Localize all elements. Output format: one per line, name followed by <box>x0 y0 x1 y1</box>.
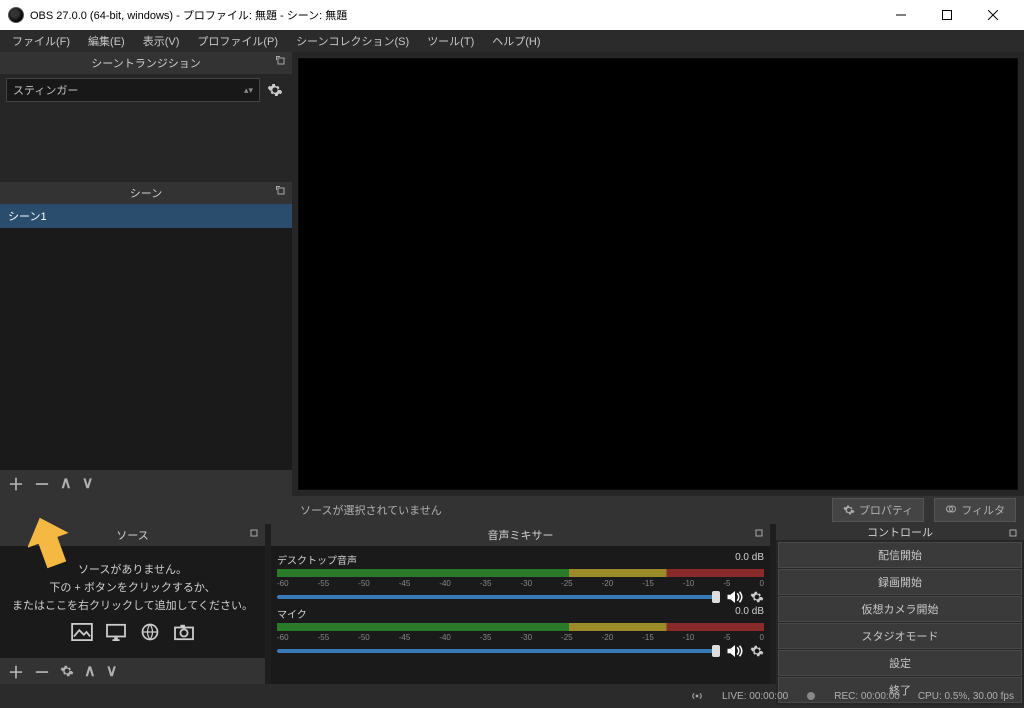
transition-select[interactable]: スティンガー ▴▾ <box>6 78 260 102</box>
status-live: LIVE: 00:00:00 <box>722 691 788 702</box>
menu-help[interactable]: ヘルプ(H) <box>484 31 548 51</box>
transitions-title: シーントランジション <box>91 55 200 71</box>
sources-empty[interactable]: ソースがありません。 下の + ボタンをクリックするか、 またはここを右クリック… <box>0 546 265 658</box>
add-scene-button[interactable]: ＋ <box>8 471 24 495</box>
no-source-label: ソースが選択されていません <box>300 502 822 518</box>
popout-icon[interactable] <box>754 528 764 538</box>
add-source-button[interactable]: ＋ <box>8 659 24 683</box>
studio-mode-button[interactable]: スタジオモード <box>778 623 1022 649</box>
transitions-panel: シーントランジション スティンガー ▴▾ <box>0 52 292 182</box>
display-source-icon <box>102 621 130 643</box>
scenes-panel: シーン シーン1 ＋ － ∧ ∨ <box>0 182 292 496</box>
mixer-panel: 音声ミキサー デスクトップ音声 0.0 dB -60-55-50-45-40-3… <box>271 524 770 684</box>
app-logo-icon <box>8 7 24 23</box>
audio-meter <box>277 569 764 577</box>
minimize-button[interactable] <box>878 0 924 30</box>
speaker-icon[interactable] <box>726 590 744 604</box>
menu-view[interactable]: 表示(V) <box>135 31 188 51</box>
sources-toolbar: ＋ － ∧ ∨ <box>0 658 265 684</box>
start-record-button[interactable]: 録画開始 <box>778 569 1022 595</box>
popout-icon[interactable] <box>249 528 259 538</box>
controls-header[interactable]: コントロール <box>776 524 1024 540</box>
sources-panel: ソース ソースがありません。 下の + ボタンをクリックするか、 またはここを右… <box>0 524 265 684</box>
image-source-icon <box>68 621 96 643</box>
popout-icon[interactable] <box>1008 528 1018 538</box>
sources-empty-line2: 下の + ボタンをクリックするか、 <box>49 579 215 595</box>
transition-selected: スティンガー <box>13 82 78 98</box>
status-cpu: CPU: 0.5%, 30.00 fps <box>918 691 1014 702</box>
move-down-button[interactable]: ∨ <box>106 661 118 681</box>
move-up-button[interactable]: ∧ <box>60 473 72 493</box>
scenes-toolbar: ＋ － ∧ ∨ <box>0 470 292 496</box>
channel-settings-button[interactable] <box>750 644 764 658</box>
filters-button[interactable]: フィルタ <box>934 498 1016 522</box>
filters-label: フィルタ <box>961 502 1005 518</box>
start-stream-button[interactable]: 配信開始 <box>778 542 1022 568</box>
sources-empty-line3: またはここを右クリックして追加してください。 <box>12 597 253 613</box>
move-down-button[interactable]: ∨ <box>82 473 94 493</box>
menubar: ファイル(F) 編集(E) 表示(V) プロファイル(P) シーンコレクション(… <box>0 30 1024 52</box>
scenes-header[interactable]: シーン <box>0 182 292 204</box>
channel-name: デスクトップ音声 <box>277 552 357 567</box>
settings-button[interactable]: 設定 <box>778 650 1022 676</box>
transition-settings-button[interactable] <box>264 79 286 101</box>
menu-scene-collection[interactable]: シーンコレクション(S) <box>288 31 417 51</box>
mixer-header[interactable]: 音声ミキサー <box>271 524 770 546</box>
channel-level: 0.0 dB <box>735 552 764 567</box>
properties-button[interactable]: プロパティ <box>832 498 924 522</box>
chevron-up-down-icon: ▴▾ <box>244 85 253 96</box>
popout-icon[interactable] <box>276 56 286 66</box>
preview-area <box>292 52 1024 496</box>
remove-source-button[interactable]: － <box>34 659 50 683</box>
sources-header[interactable]: ソース <box>0 524 265 546</box>
menu-profile[interactable]: プロファイル(P) <box>189 31 286 51</box>
meter-scale: -60-55-50-45-40-35-30-25-20-15-10-50 <box>277 633 764 642</box>
scenes-list[interactable]: シーン1 <box>0 204 292 470</box>
volume-slider[interactable] <box>277 595 720 599</box>
mixer-channel-mic: マイク 0.0 dB -60-55-50-45-40-35-30-25-20-1… <box>277 606 764 658</box>
scenes-title: シーン <box>130 185 162 201</box>
channel-settings-button[interactable] <box>750 590 764 604</box>
channel-level: 0.0 dB <box>735 606 764 621</box>
broadcast-icon <box>690 690 704 702</box>
speaker-icon[interactable] <box>726 644 744 658</box>
source-settings-button[interactable] <box>60 664 74 678</box>
mixer-channel-desktop: デスクトップ音声 0.0 dB -60-55-50-45-40-35-30-25… <box>277 552 764 604</box>
camera-source-icon <box>170 621 198 643</box>
properties-label: プロパティ <box>859 502 913 518</box>
audio-meter <box>277 623 764 631</box>
window-titlebar: OBS 27.0.0 (64-bit, windows) - プロファイル: 無… <box>0 0 1024 30</box>
menu-file[interactable]: ファイル(F) <box>4 31 78 51</box>
controls-panel: コントロール 配信開始 録画開始 仮想カメラ開始 スタジオモード 設定 終了 <box>776 524 1024 684</box>
source-toolbar: ソースが選択されていません プロパティ フィルタ <box>292 496 1024 524</box>
start-vcam-button[interactable]: 仮想カメラ開始 <box>778 596 1022 622</box>
window-title: OBS 27.0.0 (64-bit, windows) - プロファイル: 無… <box>30 7 347 23</box>
browser-source-icon <box>136 621 164 643</box>
mixer-title: 音声ミキサー <box>488 527 554 543</box>
move-up-button[interactable]: ∧ <box>84 661 96 681</box>
maximize-button[interactable] <box>924 0 970 30</box>
status-rec: REC: 00:00:00 <box>834 691 900 702</box>
channel-name: マイク <box>277 606 307 621</box>
menu-edit[interactable]: 編集(E) <box>80 31 133 51</box>
popout-icon[interactable] <box>276 186 286 196</box>
transitions-header[interactable]: シーントランジション <box>0 52 292 74</box>
remove-scene-button[interactable]: － <box>34 471 50 495</box>
close-button[interactable] <box>970 0 1016 30</box>
record-dot-icon <box>806 691 816 701</box>
sources-title: ソース <box>116 527 148 543</box>
controls-title: コントロール <box>867 524 933 540</box>
scene-item[interactable]: シーン1 <box>0 204 292 228</box>
sources-empty-line1: ソースがありません。 <box>78 561 187 577</box>
preview-canvas[interactable] <box>298 58 1018 490</box>
meter-scale: -60-55-50-45-40-35-30-25-20-15-10-50 <box>277 579 764 588</box>
volume-slider[interactable] <box>277 649 720 653</box>
menu-tools[interactable]: ツール(T) <box>419 31 482 51</box>
